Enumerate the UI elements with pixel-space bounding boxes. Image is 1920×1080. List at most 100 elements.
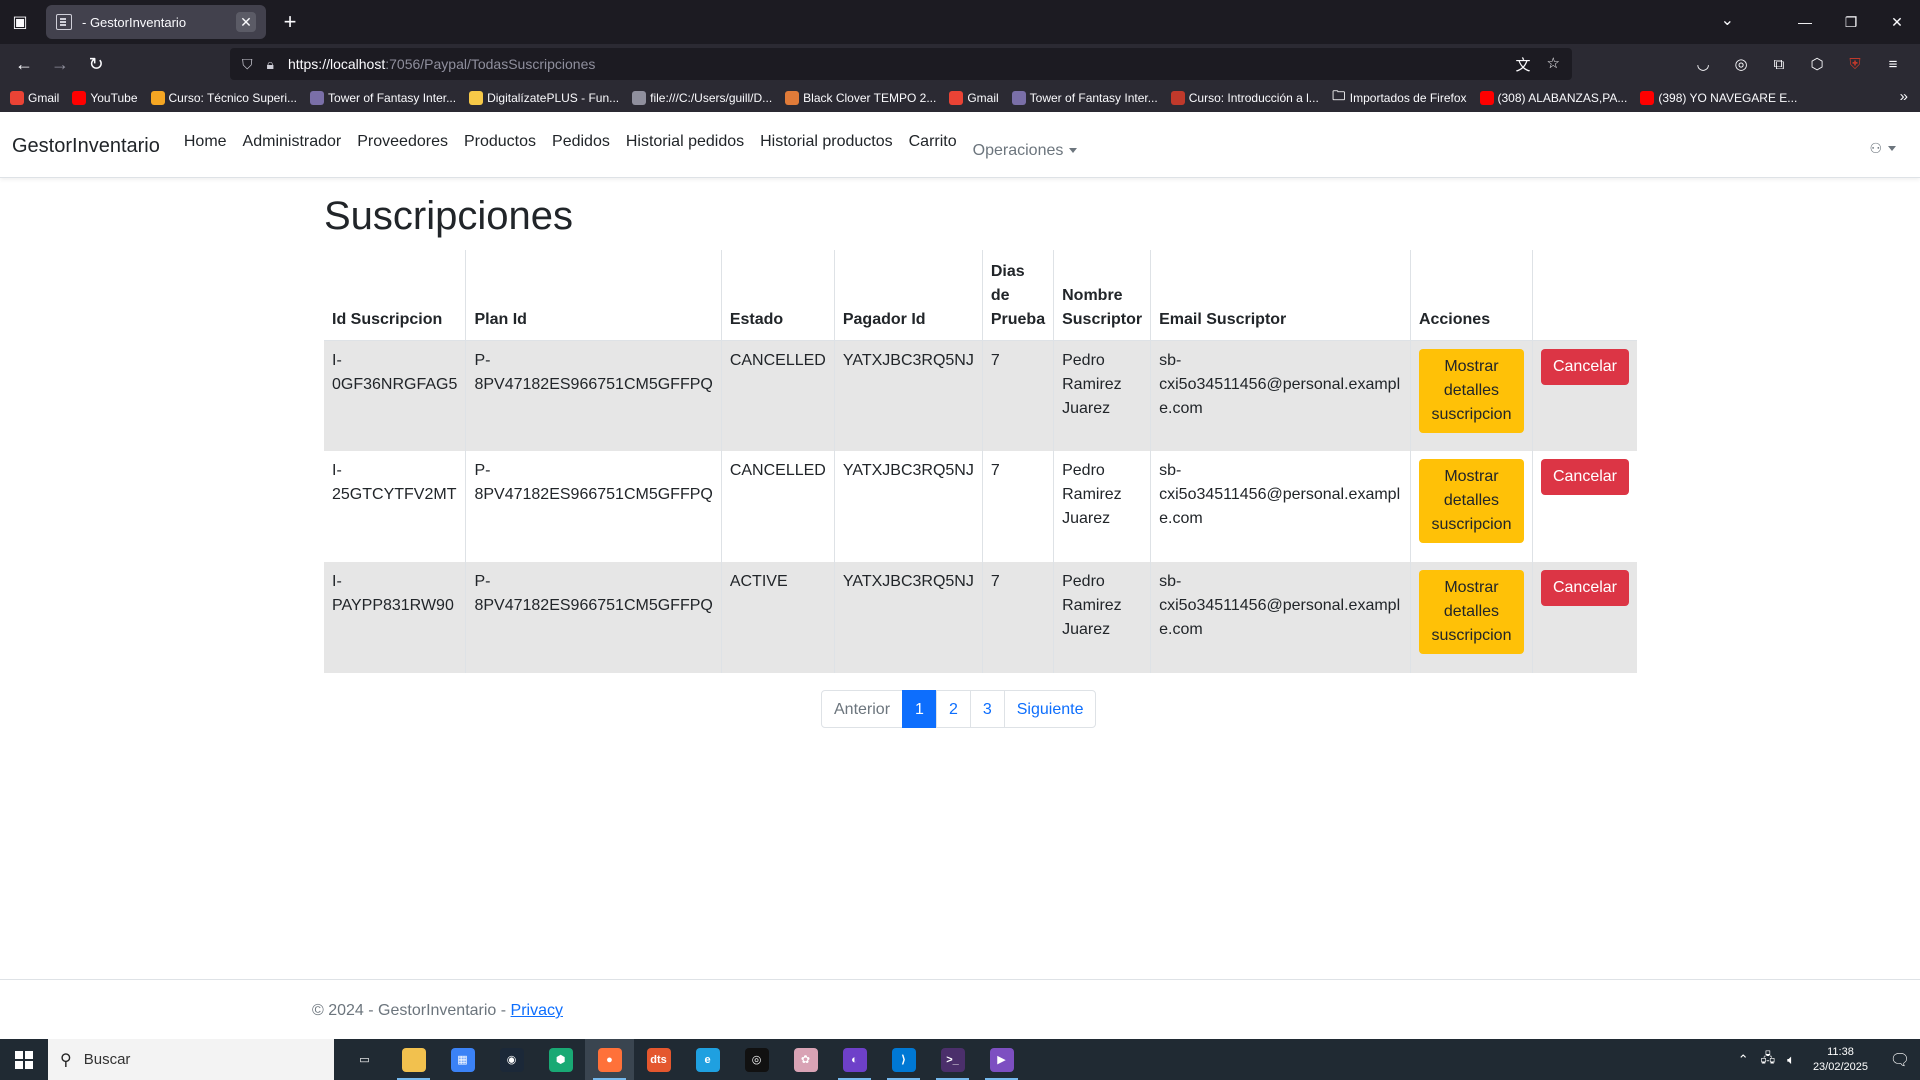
taskbar-app[interactable]: dts [634, 1039, 683, 1080]
volume-icon[interactable]: 🔈︎ [1787, 1052, 1795, 1068]
lock-icon[interactable]: 🔒︎ [267, 56, 274, 73]
bookmark-item[interactable]: Gmail [949, 91, 999, 105]
nav-historial-pedidos[interactable]: Historial pedidos [626, 133, 744, 151]
taskbar-app[interactable] [389, 1039, 438, 1080]
search-icon: ⚲ [60, 1051, 72, 1069]
site-navbar: GestorInventario Home Administrador Prov… [0, 112, 1920, 178]
bookmark-label: (308) ALABANZAS,PA... [1497, 91, 1628, 105]
restore-icon[interactable]: ❐ [1828, 14, 1874, 31]
nav-pedidos[interactable]: Pedidos [552, 133, 610, 151]
taskbar-app[interactable]: ◎ [732, 1039, 781, 1080]
translate-icon[interactable]: 文 [1516, 54, 1531, 75]
operaciones-dropdown[interactable]: Operaciones [973, 142, 1078, 160]
pagination-page-3[interactable]: 3 [969, 690, 1005, 728]
chevron-up-icon[interactable]: ⌃ [1738, 1052, 1749, 1068]
pagination-page-1[interactable]: 1 [902, 690, 937, 728]
cell-plan: P-8PV47182ES966751CM5GFFPQ [465, 562, 722, 673]
start-button[interactable] [0, 1039, 48, 1080]
col-plan: Plan Id [465, 250, 722, 341]
taskbar-app[interactable]: ◐ [830, 1039, 879, 1080]
cell-pagador: YATXJBC3RQ5NJ [833, 451, 983, 562]
clock-time: 11:38 [1827, 1045, 1854, 1058]
url-text[interactable]: https://localhost:7056/Paypal/TodasSuscr… [288, 56, 1516, 72]
bookmark-item[interactable]: (398) YO NAVEGARE E... [1640, 91, 1797, 105]
show-details-button[interactable]: Mostrar detalles suscripcion [1418, 570, 1524, 654]
show-details-button[interactable]: Mostrar detalles suscripcion [1418, 348, 1524, 433]
taskbar-app[interactable]: e [683, 1039, 732, 1080]
bookmark-star-icon[interactable]: ☆ [1547, 54, 1560, 75]
account-icon[interactable]: ◎ [1722, 55, 1760, 73]
taskbar-app[interactable]: >_ [928, 1039, 977, 1080]
taskbar-app[interactable]: ⬢ [536, 1039, 585, 1080]
nav-carrito[interactable]: Carrito [909, 133, 957, 151]
nav-proveedores[interactable]: Proveedores [357, 133, 448, 151]
taskbar-app[interactable]: ▶ [977, 1039, 1026, 1080]
pagination-prev[interactable]: Anterior [821, 690, 904, 728]
bookmarks-overflow-icon[interactable]: » [1900, 88, 1908, 105]
clock[interactable]: 11:38 23/02/2025 [1813, 1045, 1868, 1075]
reload-icon[interactable]: ↻ [78, 46, 114, 82]
col-pagador: Pagador Id [833, 250, 983, 341]
browser-tab[interactable]: - GestorInventario ✕ [46, 5, 266, 39]
bookmark-item[interactable]: Tower of Fantasy Inter... [310, 91, 456, 105]
cancel-subscription-button[interactable]: Cancelar [1540, 570, 1629, 606]
pocket-icon[interactable]: ◡ [1684, 55, 1722, 73]
network-icon[interactable]: 🖧︎ [1761, 1049, 1776, 1071]
bookmark-item[interactable]: Black Clover TEMPO 2... [785, 91, 936, 105]
bookmark-item[interactable]: (308) ALABANZAS,PA... [1479, 91, 1628, 105]
bookmark-item[interactable]: Gmail [10, 91, 59, 105]
pagination-page-2[interactable]: 2 [935, 690, 971, 728]
bookmark-item[interactable]: YouTube [72, 91, 138, 105]
cancel-subscription-button[interactable]: Cancelar [1540, 348, 1629, 385]
taskbar-search-input[interactable]: ⚲ Buscar [48, 1039, 334, 1080]
firefox-icon: ● [597, 1047, 622, 1072]
cell-nombre: Pedro Ramirez Juarez [1053, 562, 1151, 673]
shield-icon[interactable]: ⛉ [242, 56, 253, 73]
visual-studio-icon: ▶ [989, 1047, 1014, 1072]
page-icon [56, 14, 72, 30]
col-acciones: Acciones [1409, 250, 1533, 341]
bookmark-item[interactable]: 🗀︎ Importados de Firefox [1332, 88, 1466, 105]
taskbar-app[interactable]: ▦ [438, 1039, 487, 1080]
bookmark-item[interactable]: Tower of Fantasy Inter... [1011, 91, 1158, 105]
bookmark-label: Curso: Introducción a l... [1188, 91, 1319, 105]
address-bar[interactable]: ⛉ 🔒︎ https://localhost:7056/Paypal/Todas… [230, 48, 1572, 80]
tab-list-icon[interactable]: ▣ [0, 0, 40, 44]
taskbar-app[interactable]: ● [585, 1039, 634, 1080]
bookmark-item[interactable]: Curso: Técnico Superi... [150, 91, 297, 105]
forward-icon[interactable]: → [42, 46, 78, 82]
taskbar-app[interactable]: ⟩ [879, 1039, 928, 1080]
cell-cancel: Cancelar [1531, 562, 1637, 673]
col-nombre: Nombre Suscriptor [1053, 250, 1151, 341]
container-icon[interactable]: ⬡ [1798, 55, 1836, 73]
user-menu[interactable]: ⚇ [1869, 140, 1896, 157]
chevron-down-icon[interactable]: ⌄ [1721, 10, 1734, 30]
nav-historial-productos[interactable]: Historial productos [760, 133, 893, 151]
back-icon[interactable]: ← [6, 46, 42, 82]
minimize-icon[interactable]: — [1782, 14, 1828, 30]
show-details-button[interactable]: Mostrar detalles suscripcion [1418, 459, 1524, 543]
file-explorer-icon [401, 1047, 426, 1072]
close-tab-icon[interactable]: ✕ [236, 12, 256, 32]
bookmark-item[interactable]: file:///C:/Users/guill/D... [632, 91, 772, 105]
new-tab-button[interactable]: + [272, 4, 308, 40]
nav-home[interactable]: Home [184, 133, 227, 151]
taskbar-app[interactable]: ✿ [781, 1039, 830, 1080]
privacy-link[interactable]: Privacy [511, 1002, 563, 1019]
close-window-icon[interactable]: ✕ [1874, 14, 1920, 31]
cell-email: sb-cxi5o34511456@personal.example.com [1150, 340, 1411, 451]
cancel-subscription-button[interactable]: Cancelar [1540, 459, 1629, 495]
bookmark-item[interactable]: Curso: Introducción a l... [1170, 91, 1319, 105]
nav-administrador[interactable]: Administrador [243, 133, 342, 151]
bookmark-label: (398) YO NAVEGARE E... [1658, 91, 1798, 105]
nav-productos[interactable]: Productos [464, 133, 536, 151]
taskbar-app[interactable]: ▭ [340, 1039, 389, 1080]
site-brand[interactable]: GestorInventario [12, 135, 160, 158]
extensions-icon[interactable]: ⧉ [1760, 56, 1798, 73]
notifications-icon[interactable]: 🗨︎ [1880, 1039, 1920, 1080]
menu-icon[interactable]: ≡ [1874, 56, 1912, 73]
pagination-next[interactable]: Siguiente [1003, 690, 1097, 728]
ublock-icon[interactable]: ⛨ [1836, 56, 1874, 73]
bookmark-item[interactable]: DigitalízatePLUS - Fun... [469, 91, 619, 105]
taskbar-app[interactable]: ◉ [487, 1039, 536, 1080]
